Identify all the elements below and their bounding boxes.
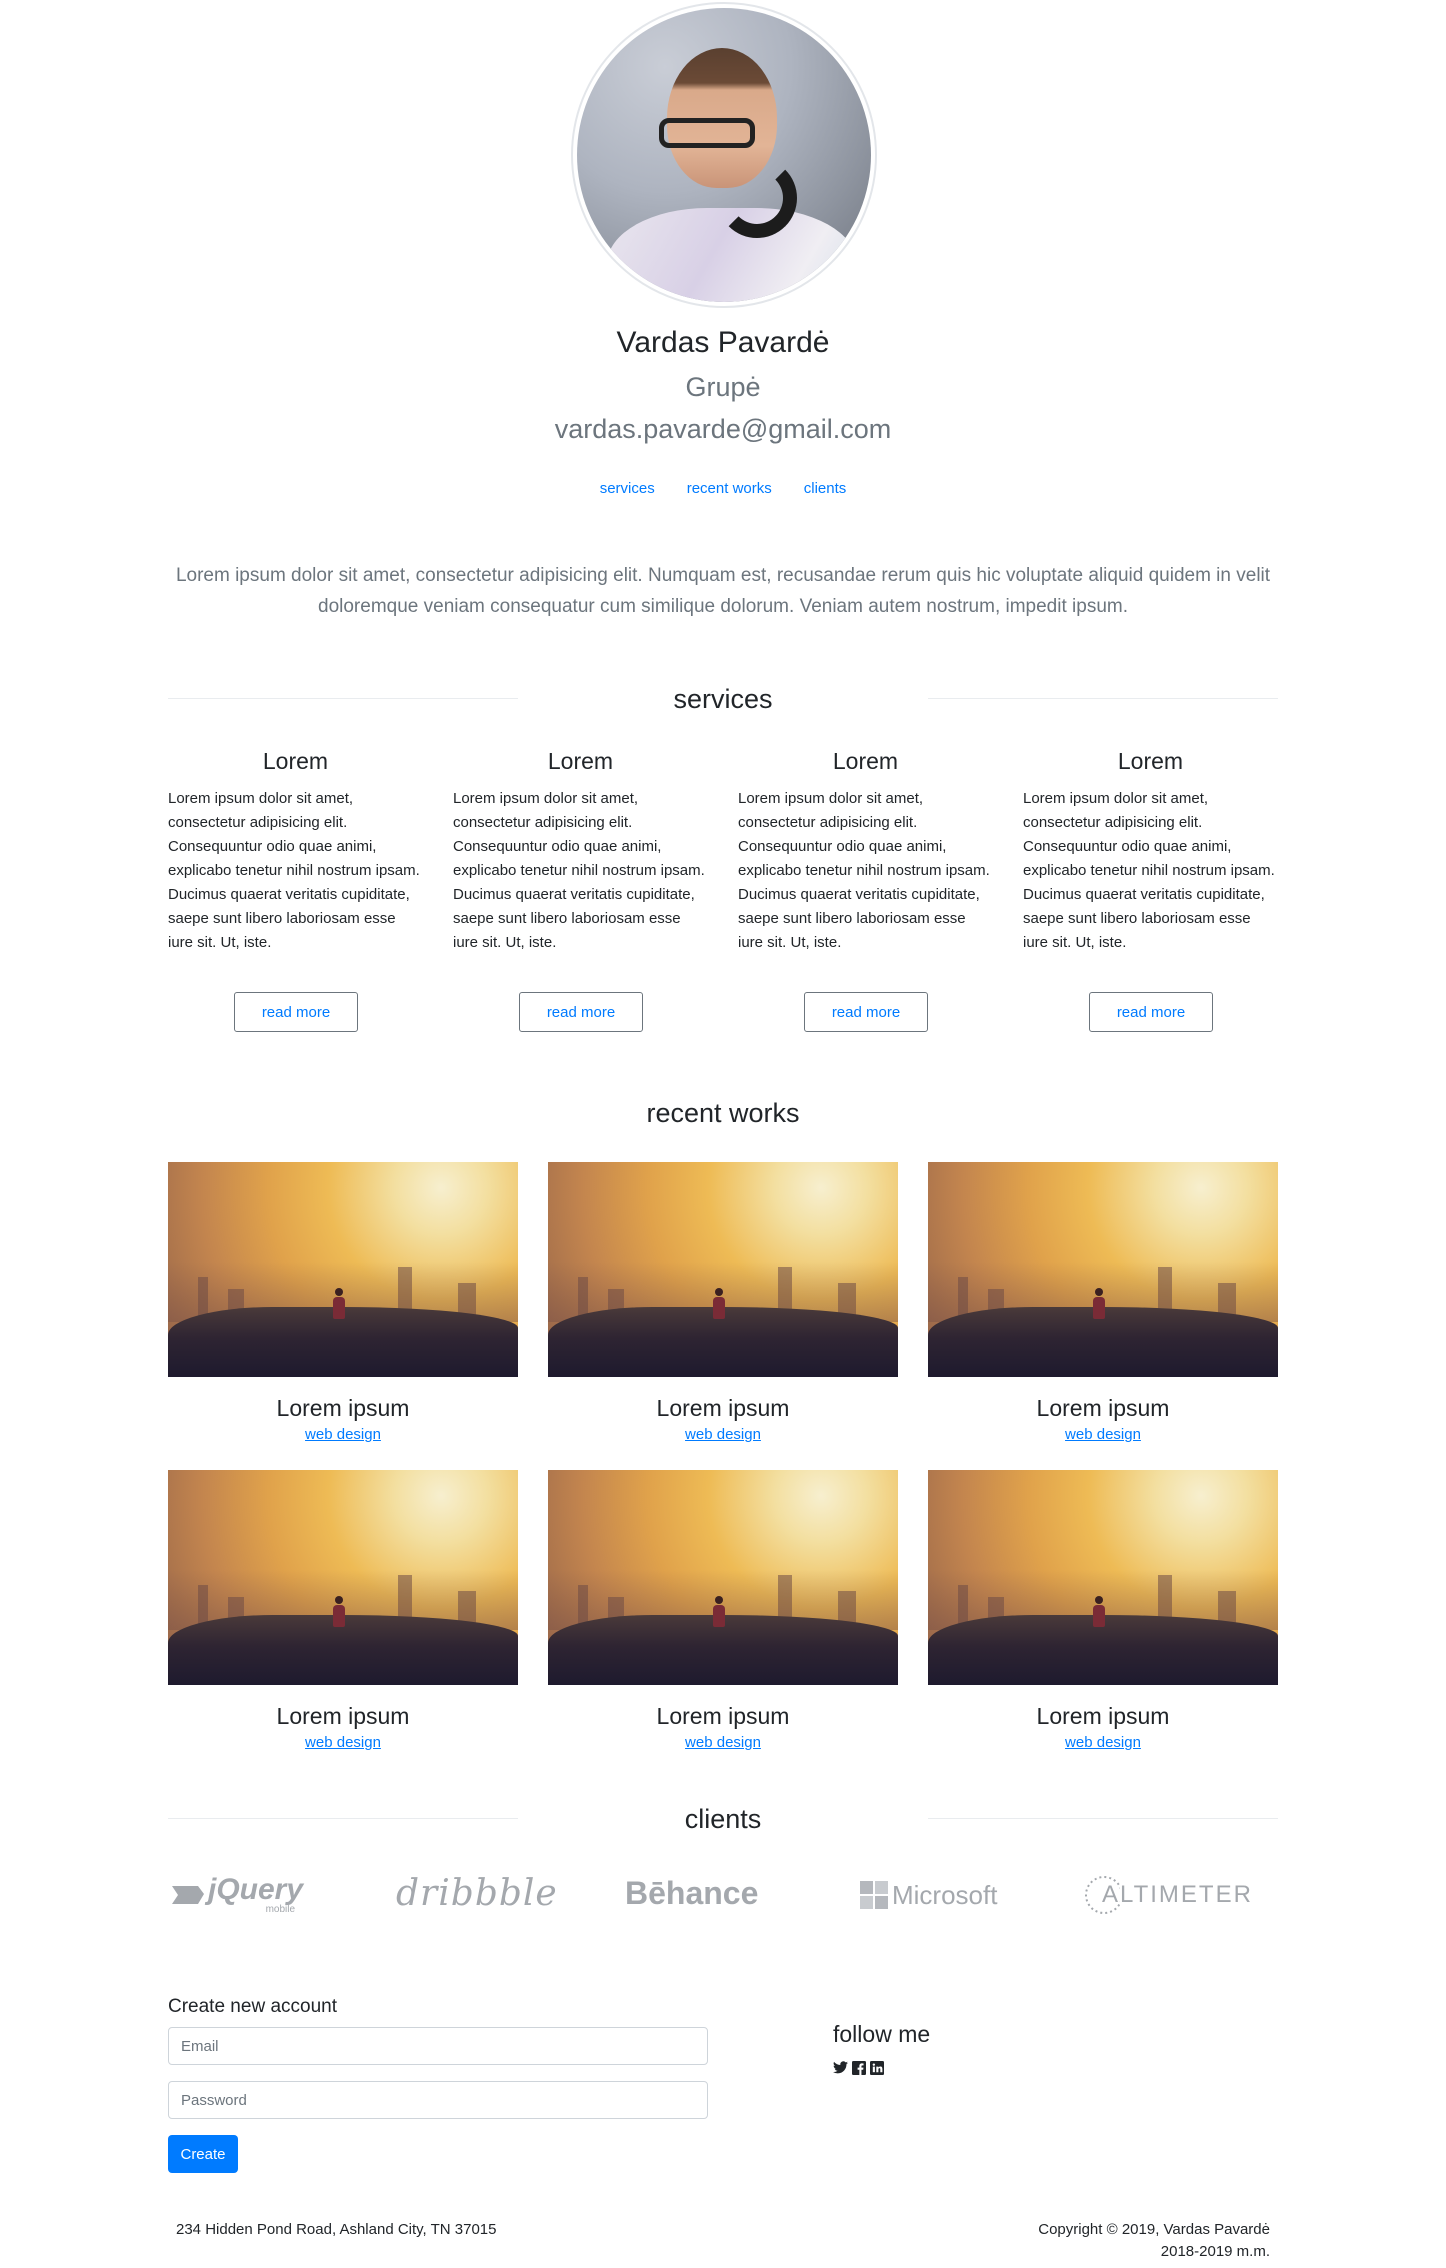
password-field[interactable]	[168, 2081, 708, 2119]
social-links	[833, 2060, 884, 2075]
nav-link-recent-works[interactable]: recent works	[687, 480, 772, 497]
work-tag-link[interactable]: web design	[548, 1734, 898, 1751]
read-more-button[interactable]: read more	[519, 992, 643, 1032]
client-name: ALTIMETER	[1102, 1881, 1253, 1908]
work-title: Lorem ipsum	[276, 1703, 410, 1729]
work-tag-link[interactable]: web design	[928, 1426, 1278, 1443]
service-card: Lorem Lorem ipsum dolor sit amet, consec…	[168, 748, 423, 955]
intro-text: Lorem ipsum dolor sit amet, consectetur …	[175, 565, 1271, 617]
work-tag-link[interactable]: web design	[168, 1426, 518, 1443]
profile-avatar	[571, 2, 877, 308]
work-image[interactable]	[928, 1470, 1278, 1685]
facebook-icon[interactable]	[851, 2060, 866, 2075]
main-nav: services recent works clients	[0, 480, 1446, 497]
work-image[interactable]	[548, 1162, 898, 1377]
jquery-icon	[172, 1886, 204, 1904]
client-subname: mobile	[265, 1904, 296, 1915]
service-text: Lorem ipsum dolor sit amet, consectetur …	[738, 790, 990, 951]
service-title: Lorem	[832, 748, 899, 774]
service-title: Lorem	[1117, 748, 1184, 774]
profile-group: Grupė	[685, 372, 761, 402]
work-image[interactable]	[928, 1162, 1278, 1377]
twitter-icon[interactable]	[833, 2060, 848, 2075]
service-card: Lorem Lorem ipsum dolor sit amet, consec…	[453, 748, 708, 955]
client-name: jQuery	[208, 1873, 304, 1906]
nav-link-services[interactable]: services	[600, 480, 655, 497]
service-title: Lorem	[547, 748, 614, 774]
work-card[interactable]: Lorem ipsum web design	[928, 1162, 1278, 1443]
client-logo-altimeter: ALTIMETER	[1084, 1870, 1253, 1920]
work-card[interactable]: Lorem ipsum web design	[168, 1470, 518, 1751]
work-card[interactable]: Lorem ipsum web design	[168, 1162, 518, 1443]
nav-link-clients[interactable]: clients	[804, 480, 847, 497]
footer-address: 234 Hidden Pond Road, Ashland City, TN 3…	[176, 2221, 497, 2238]
work-title: Lorem ipsum	[276, 1395, 410, 1421]
service-card: Lorem Lorem ipsum dolor sit amet, consec…	[1023, 748, 1278, 955]
client-name: Microsoft	[892, 1879, 998, 1910]
work-tag-link[interactable]: web design	[548, 1426, 898, 1443]
client-logo-dribbble: dribbble	[396, 1872, 558, 1914]
work-card[interactable]: Lorem ipsum web design	[548, 1162, 898, 1443]
client-logo-jquery: jQuery mobile	[168, 1870, 303, 1920]
work-card[interactable]: Lorem ipsum web design	[548, 1470, 898, 1751]
linkedin-icon[interactable]	[869, 2060, 884, 2075]
service-text: Lorem ipsum dolor sit amet, consectetur …	[453, 790, 705, 951]
profile-email: vardas.pavarde@gmail.com	[554, 414, 892, 444]
work-title: Lorem ipsum	[1036, 1703, 1170, 1729]
work-image[interactable]	[548, 1470, 898, 1685]
school-years: 2018-2019 m.m.	[1160, 2243, 1270, 2260]
read-more-button[interactable]: read more	[1089, 992, 1213, 1032]
read-more-button[interactable]: read more	[804, 992, 928, 1032]
service-title: Lorem	[262, 748, 329, 774]
client-logo-microsoft: Microsoft	[860, 1870, 997, 1920]
create-button[interactable]: Create	[168, 2135, 238, 2173]
clients-heading: clients	[684, 1804, 762, 1834]
services-heading: services	[673, 684, 773, 714]
recent-works-heading: recent works	[646, 1098, 800, 1128]
work-tag-link[interactable]: web design	[928, 1734, 1278, 1751]
email-field[interactable]	[168, 2027, 708, 2065]
work-image[interactable]	[168, 1470, 518, 1685]
profile-name: Vardas Pavardė	[616, 326, 830, 359]
copyright-text: Copyright © 2019, Vardas Pavardė	[1038, 2221, 1270, 2238]
service-card: Lorem Lorem ipsum dolor sit amet, consec…	[738, 748, 993, 955]
client-logo-behance: Bēhance	[625, 1874, 759, 1911]
work-title: Lorem ipsum	[656, 1703, 790, 1729]
microsoft-icon	[860, 1881, 888, 1909]
signup-title: Create new account	[168, 1996, 337, 2017]
work-card[interactable]: Lorem ipsum web design	[928, 1470, 1278, 1751]
footer-copyright: Copyright © 2019, Vardas Pavardė 2018-20…	[1038, 2219, 1270, 2263]
work-tag-link[interactable]: web design	[168, 1734, 518, 1751]
work-image[interactable]	[168, 1162, 518, 1377]
work-title: Lorem ipsum	[656, 1395, 790, 1421]
avatar-photo	[577, 8, 871, 302]
work-title: Lorem ipsum	[1036, 1395, 1170, 1421]
service-text: Lorem ipsum dolor sit amet, consectetur …	[1023, 790, 1275, 951]
follow-title: follow me	[833, 2021, 931, 2047]
read-more-button[interactable]: read more	[234, 992, 358, 1032]
service-text: Lorem ipsum dolor sit amet, consectetur …	[168, 790, 420, 951]
